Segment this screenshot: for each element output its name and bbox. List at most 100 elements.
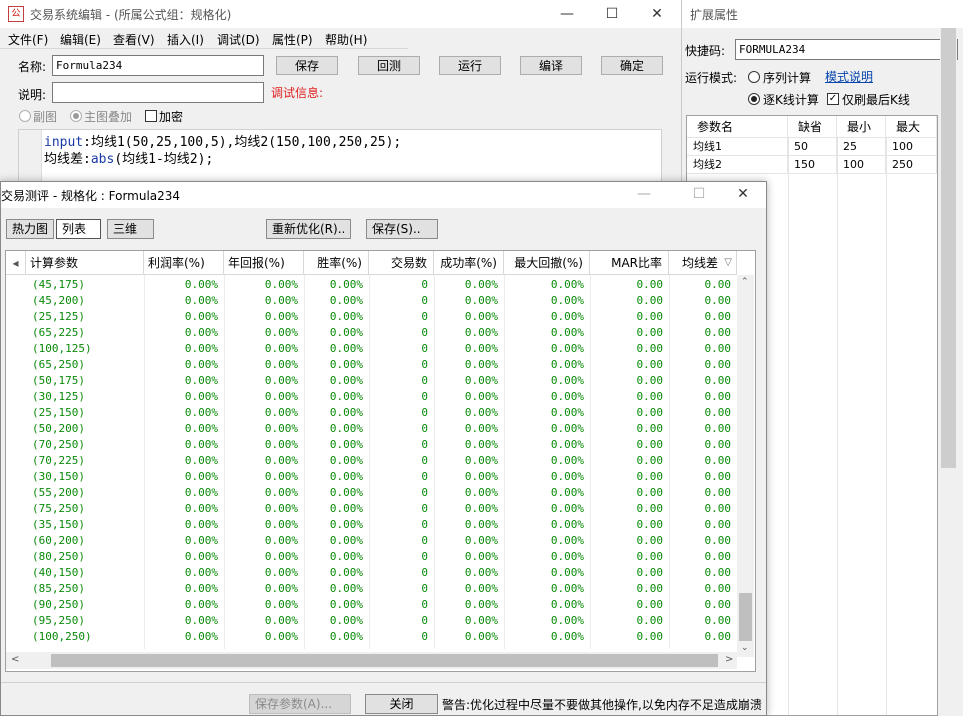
grid-cell[interactable]: 0	[369, 357, 434, 373]
grid-cell[interactable]: 0.00%	[504, 549, 590, 565]
grid-cell[interactable]: 0.00%	[504, 453, 590, 469]
grid-cell[interactable]: 0.00	[590, 469, 669, 485]
grid-cell[interactable]: 0.00%	[144, 293, 224, 309]
grid-cell[interactable]: 0.00%	[434, 549, 504, 565]
param-cell[interactable]: 均线2	[687, 156, 788, 174]
grid-cell[interactable]: 0.00%	[504, 341, 590, 357]
grid-cell-params[interactable]: (25,125)	[32, 309, 142, 325]
grid-cell[interactable]: 0.00%	[144, 485, 224, 501]
grid-cell[interactable]: 0.00	[669, 549, 737, 565]
grid-cell[interactable]: 0.00%	[144, 469, 224, 485]
grid-cell[interactable]: 0.00	[669, 613, 737, 629]
grid-cell[interactable]: 0	[369, 309, 434, 325]
grid-cell[interactable]: 0.00%	[304, 565, 369, 581]
grid-cell-params[interactable]: (100,250)	[32, 629, 142, 645]
grid-cell[interactable]: 0.00%	[224, 421, 304, 437]
grid-cell[interactable]: 0.00%	[304, 309, 369, 325]
grid-cell[interactable]: 0	[369, 581, 434, 597]
grid-cell[interactable]: 0.00	[590, 517, 669, 533]
grid-cell[interactable]: 0.00%	[504, 437, 590, 453]
grid-cell[interactable]: 0.00%	[304, 533, 369, 549]
grid-cell[interactable]: 0	[369, 341, 434, 357]
grid-cell[interactable]: 0.00	[590, 389, 669, 405]
close-icon[interactable]: ✕	[639, 0, 675, 28]
grid-cell[interactable]: 0	[369, 517, 434, 533]
main-overlay-radio[interactable]	[70, 110, 82, 122]
grid-cell[interactable]: 0.00%	[434, 421, 504, 437]
grid-cell[interactable]: 0.00%	[144, 389, 224, 405]
name-input[interactable]: Formula234	[52, 55, 264, 76]
grid-cell-params[interactable]: (50,200)	[32, 421, 142, 437]
grid-cell[interactable]: 0.00%	[224, 357, 304, 373]
param-cell[interactable]: 100	[886, 138, 937, 156]
grid-cell[interactable]: 0	[369, 373, 434, 389]
grid-cell[interactable]: 0	[369, 501, 434, 517]
grid-cell[interactable]: 0	[369, 293, 434, 309]
grid-cell[interactable]: 0.00%	[224, 469, 304, 485]
grid-cell[interactable]: 0.00%	[304, 325, 369, 341]
grid-cell[interactable]: 0	[369, 421, 434, 437]
grid-cell[interactable]: 0.00	[590, 453, 669, 469]
scroll-up-icon[interactable]: ⌃	[741, 277, 749, 287]
grid-cell[interactable]: 0.00	[669, 325, 737, 341]
grid-cell[interactable]: 0	[369, 277, 434, 293]
grid-cell[interactable]: 0.00%	[144, 597, 224, 613]
grid-cell[interactable]: 0.00%	[224, 549, 304, 565]
grid-cell[interactable]: 0.00%	[304, 357, 369, 373]
grid-cell[interactable]: 0.00	[669, 581, 737, 597]
grid-cell[interactable]: 0.00%	[504, 293, 590, 309]
grid-cell[interactable]: 0.00	[669, 629, 737, 645]
col-header-profit[interactable]: 利润率(%)	[144, 251, 224, 275]
grid-cell[interactable]: 0.00%	[144, 613, 224, 629]
grid-cell[interactable]: 0	[369, 325, 434, 341]
grid-cell[interactable]: 0.00	[669, 469, 737, 485]
grid-cell[interactable]: 0.00%	[434, 405, 504, 421]
grid-cell[interactable]: 0.00%	[434, 277, 504, 293]
grid-cell[interactable]: 0	[369, 485, 434, 501]
grid-cell[interactable]: 0.00%	[504, 325, 590, 341]
grid-cell[interactable]: 0.00	[590, 565, 669, 581]
grid-cell[interactable]: 0	[369, 597, 434, 613]
grid-cell[interactable]: 0.00%	[224, 565, 304, 581]
grid-cell[interactable]: 0.00%	[434, 453, 504, 469]
grid-cell[interactable]: 0	[369, 613, 434, 629]
param-cell[interactable]: 100	[837, 156, 886, 174]
grid-cell[interactable]: 0.00%	[504, 277, 590, 293]
grid-cell[interactable]: 0.00%	[224, 325, 304, 341]
grid-cell[interactable]: 0.00%	[224, 533, 304, 549]
grid-cell[interactable]: 0.00%	[304, 405, 369, 421]
grid-cell[interactable]: 0.00	[669, 373, 737, 389]
grid-cell-params[interactable]: (80,250)	[32, 549, 142, 565]
grid-cell[interactable]: 0.00	[590, 613, 669, 629]
grid-cell[interactable]: 0	[369, 549, 434, 565]
per-kline-calc-radio[interactable]	[748, 93, 760, 105]
param-cell[interactable]: 50	[788, 138, 837, 156]
grid-cell[interactable]: 0.00%	[144, 501, 224, 517]
grid-cell[interactable]: 0.00%	[224, 405, 304, 421]
grid-cell[interactable]: 0.00%	[434, 309, 504, 325]
grid-cell[interactable]: 0.00%	[224, 485, 304, 501]
minimize-icon[interactable]: —	[626, 181, 662, 207]
grid-cell-params[interactable]: (75,250)	[32, 501, 142, 517]
grid-cell[interactable]: 0.00%	[304, 501, 369, 517]
grid-cell[interactable]: 0.00	[590, 309, 669, 325]
maximize-icon[interactable]: ☐	[681, 181, 717, 207]
grid-cell-params[interactable]: (35,150)	[32, 517, 142, 533]
grid-cell[interactable]: 0.00%	[224, 293, 304, 309]
grid-cell[interactable]: 0.00%	[504, 581, 590, 597]
scroll-down-icon[interactable]: ⌄	[741, 643, 749, 653]
minimize-icon[interactable]: —	[549, 0, 585, 28]
col-header-mar[interactable]: MAR比率	[590, 251, 669, 275]
menu-help[interactable]: 帮助(H)	[325, 31, 367, 48]
grid-cell[interactable]: 0	[369, 565, 434, 581]
grid-cell[interactable]: 0.00%	[144, 421, 224, 437]
grid-cell-params[interactable]: (55,200)	[32, 485, 142, 501]
close-button[interactable]: 关闭	[365, 694, 438, 714]
grid-cell-params[interactable]: (85,250)	[32, 581, 142, 597]
tab-heatmap[interactable]: 热力图	[6, 219, 55, 239]
grid-cell[interactable]: 0.00%	[144, 373, 224, 389]
grid-cell[interactable]: 0.00%	[434, 469, 504, 485]
grid-cell[interactable]: 0.00%	[144, 629, 224, 645]
scroll-right-icon[interactable]: >	[725, 654, 733, 665]
grid-cell[interactable]: 0.00%	[434, 629, 504, 645]
